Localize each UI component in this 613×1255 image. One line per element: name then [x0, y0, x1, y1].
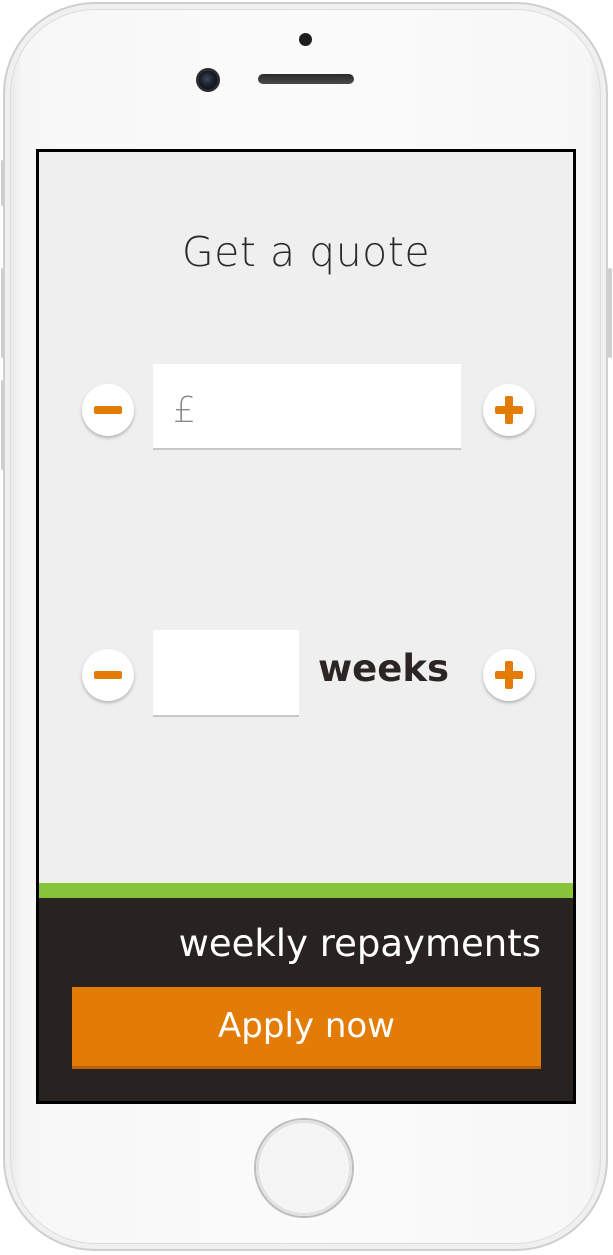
weeks-unit-label: weeks: [318, 647, 449, 690]
home-button[interactable]: [256, 1120, 352, 1216]
power-button: [608, 268, 612, 358]
minus-icon: [94, 671, 122, 679]
app-view: Get a quote £ weeks weekly repayments Ap…: [39, 152, 573, 1101]
phone-screen: Get a quote £ weeks weekly repayments Ap…: [36, 149, 576, 1104]
plus-icon-vertical: [505, 661, 513, 689]
minus-icon: [94, 406, 122, 414]
repayment-panel: weekly repayments Apply now: [39, 898, 573, 1101]
plus-icon-vertical: [505, 396, 513, 424]
volume-up-button: [1, 268, 5, 358]
amount-field[interactable]: £: [153, 364, 461, 450]
currency-symbol: £: [173, 390, 196, 431]
proximity-sensor: [299, 33, 312, 46]
amount-increase-button[interactable]: [483, 384, 535, 436]
weeks-field[interactable]: [153, 630, 299, 717]
amount-decrease-button[interactable]: [82, 384, 134, 436]
earpiece-speaker: [258, 74, 354, 84]
front-camera: [198, 70, 218, 90]
weekly-repayments-label: weekly repayments: [178, 922, 541, 965]
volume-down-button: [1, 380, 5, 470]
weeks-increase-button[interactable]: [483, 649, 535, 701]
accent-strip: [39, 883, 573, 898]
page-title: Get a quote: [181, 228, 431, 276]
weeks-decrease-button[interactable]: [82, 649, 134, 701]
apply-now-button[interactable]: Apply now: [72, 987, 541, 1069]
mute-switch: [1, 160, 5, 206]
